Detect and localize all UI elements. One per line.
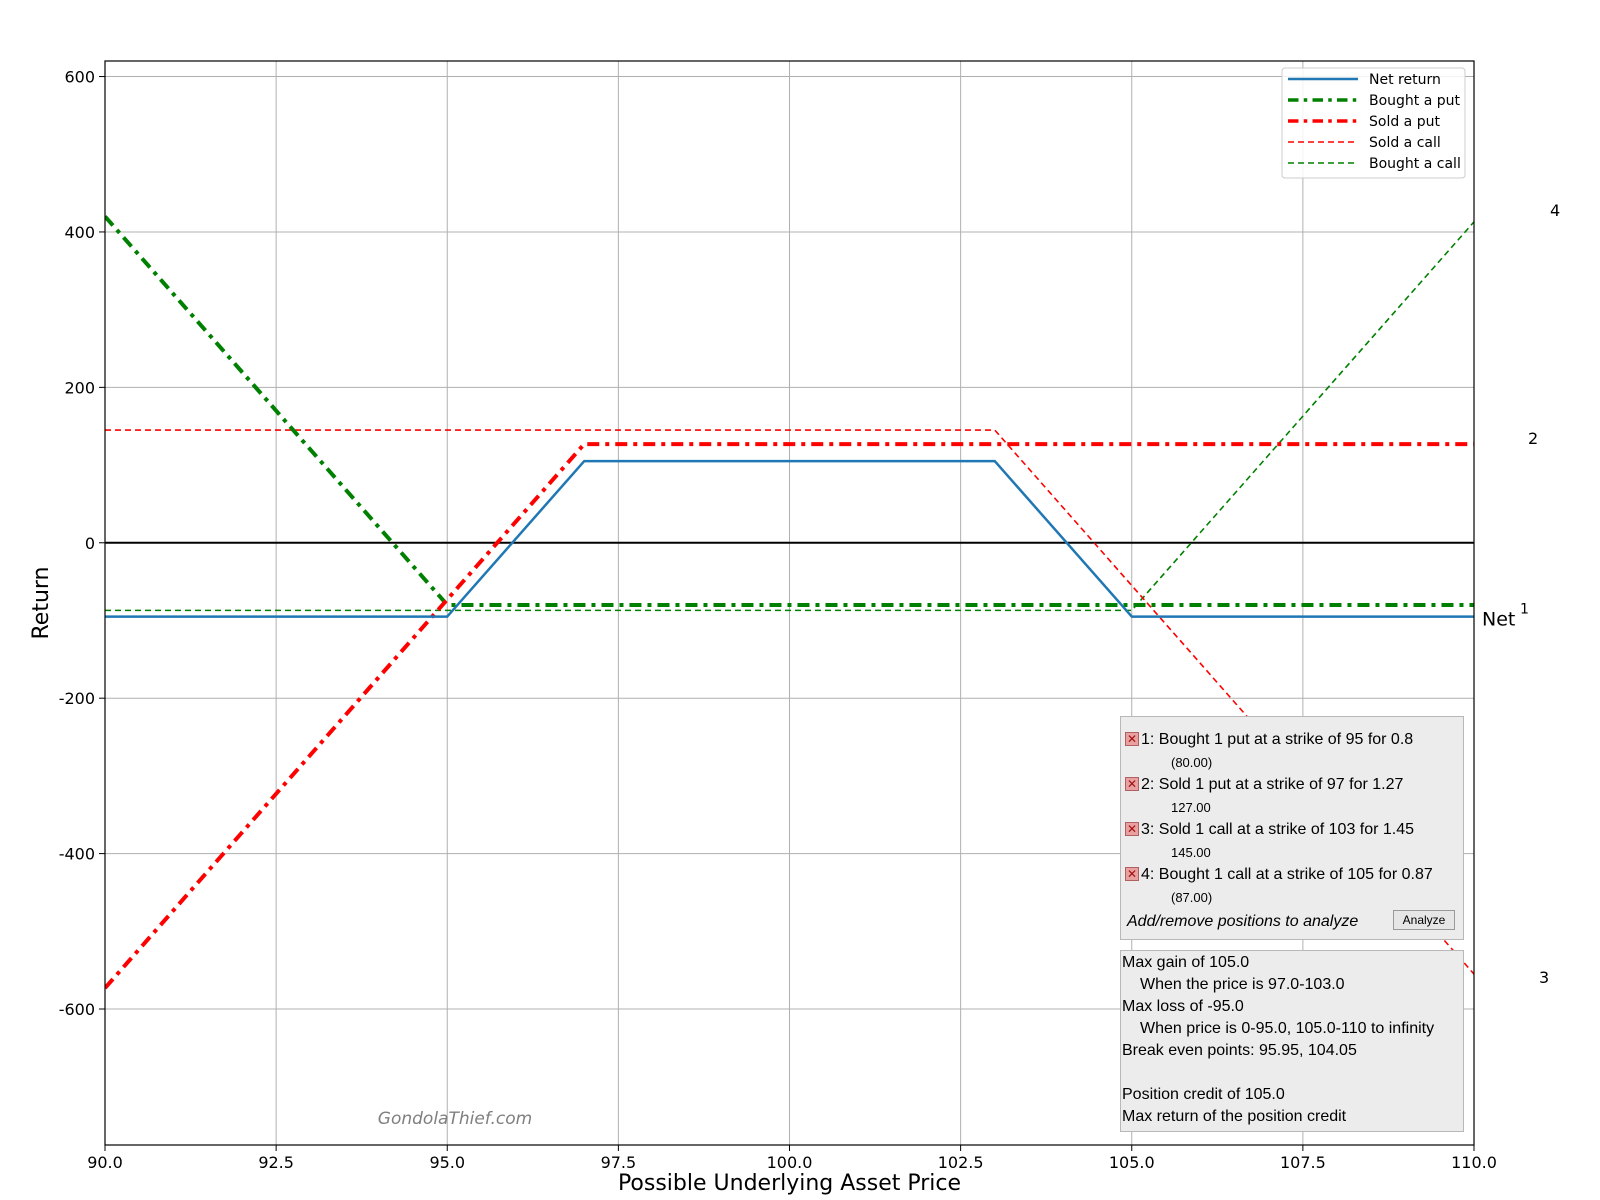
position-row-3: ✕ 3: Sold 1 call at a strike of 103 for 1… — [1125, 821, 1414, 839]
max-loss-text: Max loss of -95.0 — [1122, 998, 1244, 1015]
position-row-4: ✕ 4: Bought 1 call at a strike of 105 for… — [1125, 866, 1433, 884]
x-tick-label: 92.5 — [258, 1153, 294, 1172]
add-remove-positions-link[interactable]: Add/remove positions to analyze — [1127, 913, 1358, 931]
legend-entry-label: Bought a call — [1369, 156, 1461, 172]
max-loss-range-text: When price is 0-95.0, 105.0-110 to infin… — [1140, 1020, 1435, 1037]
x-axis-ticks: 90.0 92.5 95.0 97.5 100.0 102.5 105.0 107.5 110.… — [87, 1145, 1497, 1172]
line-end-label: 3 — [1539, 968, 1549, 987]
x-axis-label: Possible Underlying Asset Price — [618, 1171, 961, 1196]
y-tick-label: 600 — [64, 68, 95, 87]
x-tick-label: 100.0 — [767, 1153, 813, 1172]
remove-position-1-icon[interactable]: ✕ — [1125, 732, 1139, 746]
line-end-labels: Net 1 2 3 4 — [1482, 201, 1560, 987]
position-amount: (87.00) — [1171, 890, 1213, 905]
x-tick-label: 110.0 — [1451, 1153, 1497, 1172]
position-label: 1: Bought 1 put at a strike of 95 for 0.… — [1141, 731, 1414, 748]
x-tick-label: 90.0 — [87, 1153, 123, 1172]
y-tick-label: 0 — [85, 534, 95, 553]
legend: Net return Bought a put Sold a put Sold a c… — [1281, 67, 1466, 179]
positions-panel: ✕ 1: Bought 1 put at a strike of 95 for 0… — [1120, 716, 1464, 940]
max-gain-text: Max gain of 105.0 — [1122, 954, 1250, 971]
line-end-label-superscript: 1 — [1520, 602, 1529, 618]
y-axis-ticks: 600 400 200 0 -200 -400 -600 — [59, 68, 105, 1019]
y-tick-label: -400 — [59, 845, 95, 864]
position-label: 3: Sold 1 call at a strike of 103 for 1.… — [1141, 821, 1415, 838]
line-end-label: 2 — [1528, 429, 1538, 448]
y-tick-label: -200 — [59, 689, 95, 708]
x-tick-label: 107.5 — [1280, 1153, 1326, 1172]
position-credit-text: Position credit of 105.0 — [1122, 1086, 1285, 1103]
position-row-2: ✕ 2: Sold 1 put at a strike of 97 for 1.2… — [1125, 776, 1403, 794]
summary-panel: Max gain of 105.0 When the price is 97.0… — [1120, 950, 1464, 1132]
max-gain-range-text: When the price is 97.0-103.0 — [1140, 976, 1345, 993]
position-amount: 127.00 — [1171, 800, 1211, 815]
legend-entry-label: Net return — [1369, 72, 1441, 88]
analyze-button[interactable]: Analyze — [1393, 910, 1455, 930]
line-end-label: Net — [1482, 609, 1515, 631]
y-axis-label: Return — [29, 566, 54, 639]
position-amount: (80.00) — [1171, 755, 1213, 770]
remove-position-4-icon[interactable]: ✕ — [1125, 867, 1139, 881]
position-label: 2: Sold 1 put at a strike of 97 for 1.27 — [1141, 776, 1404, 793]
legend-entry-label: Bought a put — [1369, 93, 1461, 109]
y-tick-label: 200 — [64, 378, 95, 397]
line-end-label: 4 — [1550, 201, 1560, 220]
watermark: GondolaThief.com — [378, 1109, 532, 1129]
position-amount: 145.00 — [1171, 845, 1211, 860]
x-tick-label: 102.5 — [938, 1153, 984, 1172]
y-tick-label: 400 — [64, 223, 95, 242]
legend-entry-label: Sold a put — [1369, 114, 1440, 130]
remove-position-2-icon[interactable]: ✕ — [1125, 777, 1139, 791]
x-tick-label: 105.0 — [1109, 1153, 1155, 1172]
position-row-1: ✕ 1: Bought 1 put at a strike of 95 for 0… — [1125, 731, 1413, 749]
x-tick-label: 95.0 — [429, 1153, 465, 1172]
y-tick-label: -600 — [59, 1000, 95, 1019]
remove-position-3-icon[interactable]: ✕ — [1125, 822, 1139, 836]
break-even-text: Break even points: 95.95, 104.05 — [1122, 1042, 1357, 1059]
x-tick-label: 97.5 — [601, 1153, 637, 1172]
max-return-text: Max return of the position credit — [1122, 1108, 1347, 1125]
position-label: 4: Bought 1 call at a strike of 105 for … — [1141, 866, 1433, 883]
legend-entry-label: Sold a call — [1369, 135, 1441, 151]
